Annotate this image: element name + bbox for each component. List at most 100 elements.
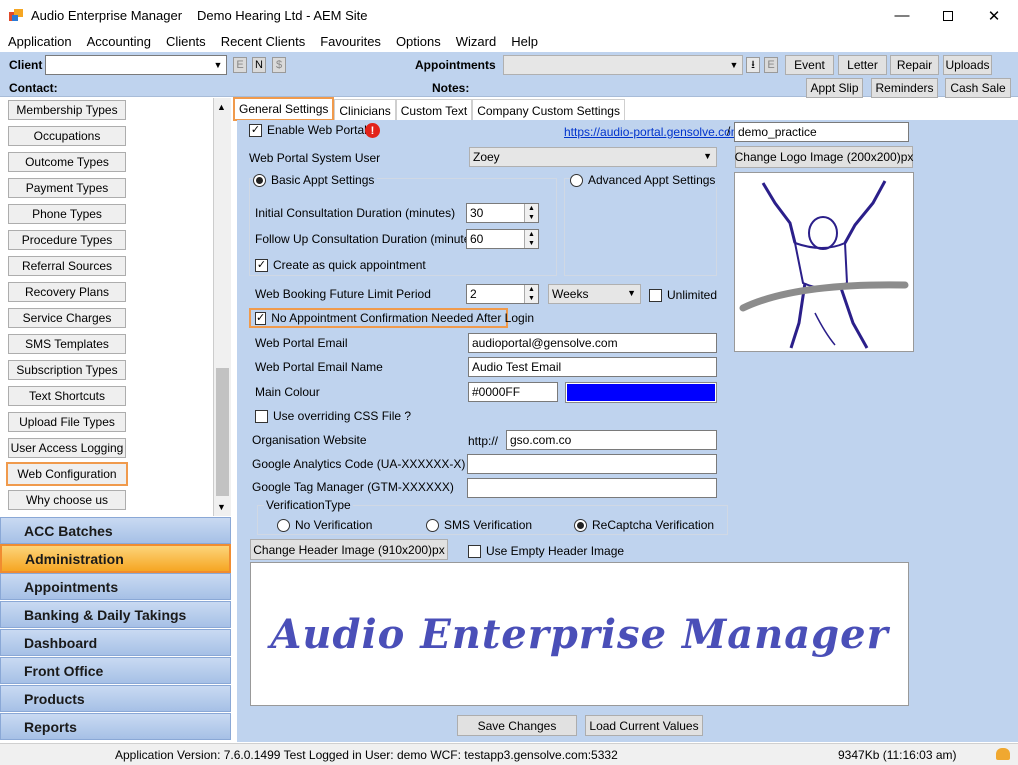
main-colour-label: Main Colour — [255, 385, 320, 399]
nav-front-office[interactable]: Front Office — [0, 657, 231, 684]
minimize-icon[interactable]: — — [879, 0, 925, 31]
portal-email-field[interactable]: audioportal@gensolve.com — [468, 333, 717, 353]
client-combo[interactable]: ▼ — [45, 55, 227, 75]
menu-help[interactable]: Help — [503, 31, 545, 52]
advanced-appt-radio[interactable] — [570, 173, 583, 187]
menu-clients[interactable]: Clients — [158, 31, 213, 52]
list-item[interactable]: Why choose us — [8, 490, 126, 510]
analytics-field[interactable] — [467, 454, 717, 474]
tab-company-custom-settings[interactable]: Company Custom Settings — [472, 99, 625, 121]
warning-icon[interactable]: ! — [365, 123, 380, 138]
uploads-button[interactable]: Uploads — [943, 55, 992, 75]
list-item[interactable]: Membership Types — [8, 100, 126, 120]
practice-field[interactable]: demo_practice — [734, 122, 909, 142]
unlimited-checkbox[interactable] — [649, 288, 662, 302]
tab-clinicians[interactable]: Clinicians — [334, 99, 396, 121]
e2-button[interactable]: E — [764, 57, 778, 73]
spinner-icon[interactable]: ▲ ▼ — [524, 230, 538, 248]
n-button[interactable]: N — [252, 57, 266, 73]
list-item[interactable]: User Access Logging — [8, 438, 126, 458]
reminders-button[interactable]: Reminders — [871, 78, 938, 98]
list-item[interactable]: Phone Types — [8, 204, 126, 224]
menu-favourites[interactable]: Favourites — [312, 31, 388, 52]
main-colour-swatch[interactable] — [565, 382, 717, 403]
verif-sms-radio[interactable] — [426, 518, 439, 532]
appt-slip-button[interactable]: Appt Slip — [806, 78, 863, 98]
tab-general-settings[interactable]: General Settings — [233, 97, 335, 121]
menu-wizard[interactable]: Wizard — [448, 31, 503, 52]
nav-appointments[interactable]: Appointments — [0, 573, 231, 600]
load-current-values-button[interactable]: Load Current Values — [585, 715, 703, 736]
chevron-down-icon[interactable]: ▼ — [217, 502, 226, 512]
tag-manager-field[interactable] — [467, 478, 717, 498]
initial-duration-stepper[interactable]: 30 ▲ ▼ — [466, 203, 539, 223]
repair-button[interactable]: Repair — [890, 55, 939, 75]
tab-strip: General Settings Clinicians Custom Text … — [233, 97, 625, 121]
main-colour-field[interactable]: #0000FF — [468, 382, 558, 402]
menu-application[interactable]: Application — [0, 31, 79, 52]
appointments-combo[interactable]: ▼ — [503, 55, 743, 75]
menu-accounting[interactable]: Accounting — [79, 31, 158, 52]
empty-header-row: Use Empty Header Image — [468, 544, 624, 558]
list-item[interactable]: Subscription Types — [8, 360, 126, 380]
save-changes-button[interactable]: Save Changes — [457, 715, 577, 736]
close-icon[interactable]: ✕ — [971, 0, 1017, 31]
list-item[interactable]: Upload File Types — [8, 412, 126, 432]
verif-recaptcha-radio[interactable] — [574, 518, 587, 532]
list-item-web-configuration[interactable]: Web Configuration — [6, 462, 128, 486]
list-item[interactable]: Procedure Types — [8, 230, 126, 250]
site-title: Demo Hearing Ltd - AEM Site — [197, 8, 368, 23]
list-item[interactable]: Outcome Types — [8, 152, 126, 172]
letter-button[interactable]: Letter — [838, 55, 887, 75]
cash-sale-button[interactable]: Cash Sale — [945, 78, 1011, 98]
nav-acc-batches[interactable]: ACC Batches — [0, 517, 231, 544]
e-button[interactable]: E — [233, 57, 247, 73]
list-item[interactable]: Service Charges — [8, 308, 126, 328]
spinner-icon[interactable]: ▲ ▼ — [524, 285, 538, 303]
portal-link[interactable]: https://audio-portal.gensolve.com — [564, 125, 741, 139]
list-item[interactable]: SMS Templates — [8, 334, 126, 354]
menu-recent-clients[interactable]: Recent Clients — [213, 31, 313, 52]
download-icon[interactable]: ⭳ — [746, 57, 760, 73]
verif-none-radio[interactable] — [277, 518, 290, 532]
org-website-field[interactable]: gso.com.co — [506, 430, 717, 450]
list-item[interactable]: Occupations — [8, 126, 126, 146]
nav-products[interactable]: Products — [0, 685, 231, 712]
nav-administration[interactable]: Administration — [0, 544, 231, 573]
quick-appt-label: Create as quick appointment — [273, 258, 426, 272]
list-item[interactable]: Text Shortcuts — [8, 386, 126, 406]
basic-appt-radio[interactable] — [253, 173, 266, 187]
empty-header-checkbox[interactable] — [468, 544, 481, 558]
nav-reports[interactable]: Reports — [0, 713, 231, 740]
list-item[interactable]: Payment Types — [8, 178, 126, 198]
list-item[interactable]: Referral Sources — [8, 256, 126, 276]
org-website-label: Organisation Website — [252, 433, 367, 447]
css-checkbox[interactable] — [255, 409, 268, 423]
tab-custom-text[interactable]: Custom Text — [395, 99, 473, 121]
nav-dashboard[interactable]: Dashboard — [0, 629, 231, 656]
maximize-icon[interactable] — [925, 0, 971, 31]
no-confirmation-checkbox[interactable]: ✓ — [255, 311, 267, 325]
verif-none-label: No Verification — [295, 518, 373, 532]
enable-web-portal-checkbox[interactable]: ✓ — [249, 123, 262, 137]
client-label: Client — [9, 58, 43, 72]
change-header-button[interactable]: Change Header Image (910x200)px — [250, 539, 448, 560]
booking-unit-select[interactable]: Weeks ▼ — [548, 284, 641, 304]
change-logo-button[interactable]: Change Logo Image (200x200)px — [735, 146, 913, 168]
css-label: Use overriding CSS File ? — [273, 409, 412, 423]
quick-appt-checkbox[interactable]: ✓ — [255, 258, 268, 272]
nav-banking[interactable]: Banking & Daily Takings — [0, 601, 231, 628]
followup-duration-stepper[interactable]: 60 ▲ ▼ — [466, 229, 539, 249]
dollar-button[interactable]: $ — [272, 57, 286, 73]
chevron-up-icon[interactable]: ▲ — [217, 102, 226, 112]
menu-options[interactable]: Options — [388, 31, 448, 52]
system-user-select[interactable]: Zoey ▼ — [469, 147, 717, 167]
spinner-icon[interactable]: ▲ ▼ — [524, 204, 538, 222]
cloud-icon[interactable] — [996, 748, 1010, 760]
booking-limit-stepper[interactable]: 2 ▲ ▼ — [466, 284, 539, 304]
scroll-thumb[interactable] — [216, 368, 229, 496]
list-item[interactable]: Recovery Plans — [8, 282, 126, 302]
event-button[interactable]: Event — [785, 55, 834, 75]
sidebar-scrollbar[interactable]: ▲ ▼ — [214, 98, 231, 516]
portal-email-name-field[interactable]: Audio Test Email — [468, 357, 717, 377]
